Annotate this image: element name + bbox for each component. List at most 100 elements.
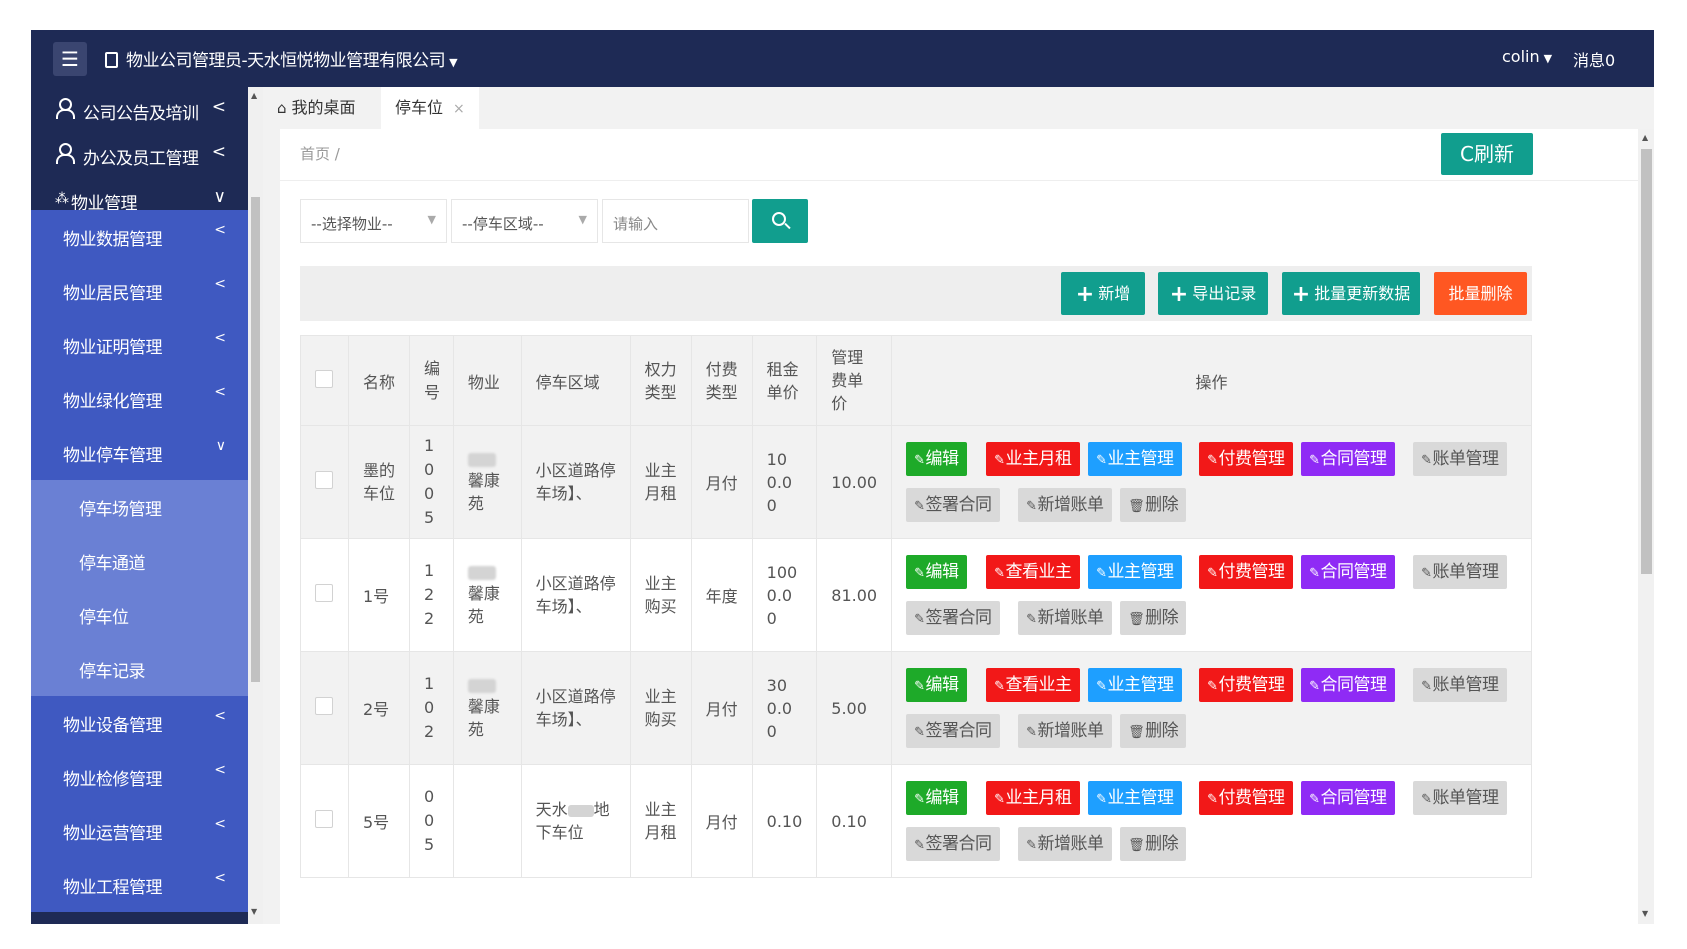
- sidebar-item-property-data[interactable]: 物业数据管理 <: [31, 210, 248, 264]
- sidebar-item-maintenance[interactable]: 物业检修管理 <: [31, 750, 248, 804]
- tab-home[interactable]: ⌂ 我的桌面: [263, 87, 370, 129]
- trash-icon: 🗑: [1128, 612, 1145, 627]
- add-button[interactable]: + 新增: [1061, 272, 1145, 315]
- batch-update-button[interactable]: + 批量更新数据: [1282, 272, 1420, 315]
- sidebar-item-operations[interactable]: 物业运营管理 <: [31, 804, 248, 858]
- pay-manage-button[interactable]: ✎付费管理: [1199, 442, 1293, 476]
- scroll-down-icon[interactable]: ▼: [251, 907, 257, 916]
- owner-manage-button[interactable]: ✎业主管理: [1088, 781, 1182, 815]
- edit-button[interactable]: ✎编辑: [906, 668, 967, 702]
- sidebar-item-residents[interactable]: 物业居民管理 <: [31, 264, 248, 318]
- sidebar-item-engineering[interactable]: 物业工程管理 <: [31, 858, 248, 912]
- search-button[interactable]: [752, 199, 808, 243]
- refresh-button[interactable]: C刷新: [1441, 133, 1533, 175]
- scroll-up-icon[interactable]: ▲: [251, 91, 257, 100]
- owner-manage-button[interactable]: ✎业主管理: [1088, 555, 1182, 589]
- sign-contract-button[interactable]: ✎签署合同: [906, 601, 1000, 635]
- breadcrumb: 首页 /: [300, 145, 340, 163]
- app-title-text: 物业公司管理员-天水恒悦物业管理有限公司: [126, 51, 446, 71]
- delete-button[interactable]: 🗑删除: [1120, 601, 1187, 635]
- content-scrollbar[interactable]: ▲ ▼: [1638, 129, 1654, 924]
- edit-button[interactable]: ✎编辑: [906, 781, 967, 815]
- pay-manage-button[interactable]: ✎付费管理: [1199, 555, 1293, 589]
- scroll-up-icon[interactable]: ▲: [1642, 133, 1648, 142]
- sidebar-item-parking-lots[interactable]: 停车场管理: [31, 480, 248, 534]
- sidebar-item-label: 物业绿化管理: [63, 392, 163, 412]
- add-bill-button[interactable]: ✎新增账单: [1018, 827, 1112, 861]
- owner-button[interactable]: ✎业主月租: [986, 781, 1080, 815]
- cell-right-type: 业主月租: [629, 764, 692, 878]
- contract-manage-button[interactable]: ✎合同管理: [1301, 555, 1395, 589]
- user-menu[interactable]: colin ▼: [1502, 47, 1552, 66]
- owner-manage-button[interactable]: ✎业主管理: [1088, 442, 1182, 476]
- sidebar-item-label: 物业运营管理: [63, 824, 163, 844]
- edit-button[interactable]: ✎编辑: [906, 442, 967, 476]
- header-number: 编号: [408, 335, 454, 426]
- sidebar-item-parking-records[interactable]: 停车记录: [31, 642, 248, 696]
- edit-button[interactable]: ✎编辑: [906, 555, 967, 589]
- row-checkbox-cell: [300, 651, 349, 765]
- owner-button[interactable]: ✎查看业主: [986, 555, 1080, 589]
- owner-button[interactable]: ✎业主月租: [986, 442, 1080, 476]
- select-all-checkbox[interactable]: [315, 369, 333, 388]
- add-bill-button[interactable]: ✎新增账单: [1018, 714, 1112, 748]
- menu-toggle-icon[interactable]: ☰: [53, 42, 87, 76]
- contract-manage-button[interactable]: ✎合同管理: [1301, 442, 1395, 476]
- bill-manage-button[interactable]: ✎账单管理: [1413, 442, 1507, 476]
- cell-property: [452, 764, 522, 878]
- scrollbar-thumb[interactable]: [251, 197, 260, 682]
- row-checkbox[interactable]: [315, 584, 333, 602]
- sidebar-item-parking-channels[interactable]: 停车通道: [31, 534, 248, 588]
- plus-icon: +: [1291, 282, 1311, 307]
- row-checkbox[interactable]: [315, 697, 333, 715]
- messages-link[interactable]: 消息0: [1573, 47, 1615, 71]
- delete-button[interactable]: 🗑删除: [1120, 827, 1187, 861]
- tab-parking-space[interactable]: 停车位 ×: [381, 87, 479, 129]
- divider: [280, 180, 1654, 181]
- tab-label: 我的桌面: [291, 98, 356, 117]
- bill-manage-button[interactable]: ✎账单管理: [1413, 781, 1507, 815]
- property-select[interactable]: --选择物业-- ▼: [300, 199, 447, 243]
- sidebar-item-certificates[interactable]: 物业证明管理 <: [31, 318, 248, 372]
- sidebar-item-equipment[interactable]: 物业设备管理 <: [31, 696, 248, 750]
- app-window: ☰ 物业公司管理员-天水恒悦物业管理有限公司 ▼ colin ▼ 消息0 公司公告及…: [31, 30, 1654, 924]
- company-selector[interactable]: 物业公司管理员-天水恒悦物业管理有限公司 ▼: [105, 46, 458, 71]
- scrollbar-thumb[interactable]: [1641, 149, 1652, 574]
- export-button[interactable]: + 导出记录: [1158, 272, 1268, 315]
- sidebar-item-announcements[interactable]: 公司公告及培训 <: [31, 87, 248, 135]
- contract-manage-button[interactable]: ✎合同管理: [1301, 668, 1395, 702]
- sidebar-item-office-staff[interactable]: 办公及员工管理 <: [31, 132, 248, 180]
- batch-delete-button[interactable]: 批量删除: [1434, 272, 1527, 315]
- search-icon: [772, 212, 786, 226]
- bill-manage-button[interactable]: ✎账单管理: [1413, 555, 1507, 589]
- add-bill-button[interactable]: ✎新增账单: [1018, 601, 1112, 635]
- owner-button[interactable]: ✎查看业主: [986, 668, 1080, 702]
- delete-button[interactable]: 🗑删除: [1120, 488, 1187, 522]
- add-bill-button[interactable]: ✎新增账单: [1018, 488, 1112, 522]
- pay-manage-button[interactable]: ✎付费管理: [1199, 668, 1293, 702]
- row-checkbox[interactable]: [315, 471, 333, 489]
- bill-manage-button[interactable]: ✎账单管理: [1413, 668, 1507, 702]
- sidebar-item-label: 物业设备管理: [63, 716, 163, 736]
- sign-contract-button[interactable]: ✎签署合同: [906, 827, 1000, 861]
- sidebar-scrollbar[interactable]: ▲ ▼: [248, 87, 263, 924]
- sign-contract-button[interactable]: ✎签署合同: [906, 714, 1000, 748]
- sidebar-item-parking[interactable]: 物业停车管理 ∨: [31, 426, 248, 480]
- pay-manage-button[interactable]: ✎付费管理: [1199, 781, 1293, 815]
- parking-area-select[interactable]: --停车区域-- ▼: [451, 199, 598, 243]
- cell-name: 2号: [347, 651, 410, 765]
- contract-manage-button[interactable]: ✎合同管理: [1301, 781, 1395, 815]
- row-checkbox[interactable]: [315, 810, 333, 828]
- chevron-left-icon: <: [214, 762, 226, 778]
- row-checkbox-cell: [300, 538, 349, 652]
- scroll-down-icon[interactable]: ▼: [1642, 909, 1648, 918]
- owner-manage-button[interactable]: ✎业主管理: [1088, 668, 1182, 702]
- sidebar-item-greening[interactable]: 物业绿化管理 <: [31, 372, 248, 426]
- keyword-input[interactable]: 请输入: [602, 199, 749, 243]
- add-label: 新增: [1098, 284, 1131, 303]
- delete-button[interactable]: 🗑删除: [1120, 714, 1187, 748]
- sidebar-item-parking-spaces[interactable]: 停车位: [31, 588, 248, 642]
- sign-contract-button[interactable]: ✎签署合同: [906, 488, 1000, 522]
- cell-ops: ✎编辑 ✎业主月租 ✎业主管理 ✎付费管理 ✎合同管理 ✎账单管理 ✎签署合同 …: [891, 764, 1532, 878]
- close-icon[interactable]: ×: [453, 101, 465, 117]
